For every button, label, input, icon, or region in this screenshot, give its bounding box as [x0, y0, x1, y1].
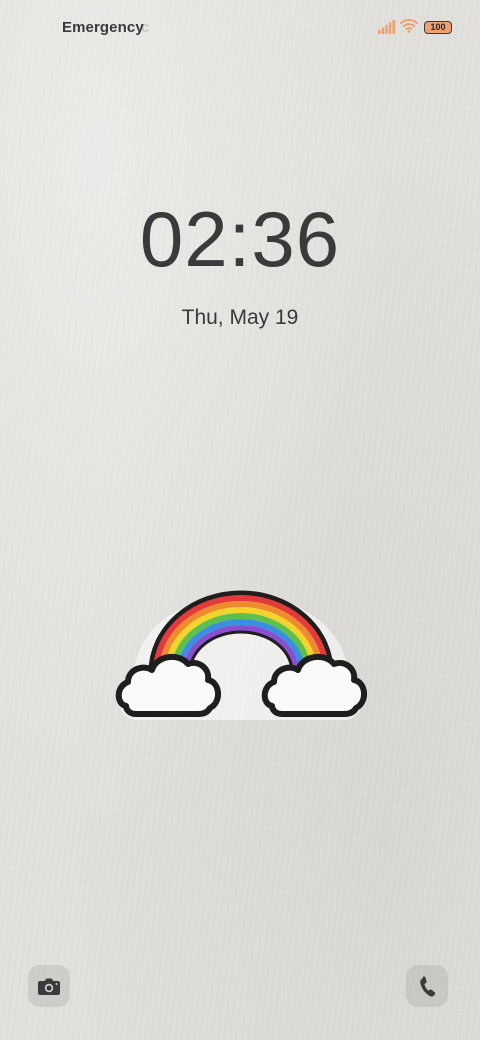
- battery-icon: 100: [424, 21, 452, 34]
- rainbow-wallpaper-art: [115, 590, 367, 720]
- carrier-text-overflow: c: [141, 19, 150, 36]
- camera-icon: [38, 978, 60, 995]
- carrier-text: Emergency: [62, 19, 144, 36]
- camera-shortcut-button[interactable]: [28, 965, 70, 1007]
- lockscreen-date: Thu, May 19: [181, 306, 299, 329]
- phone-shortcut-button[interactable]: [406, 965, 448, 1007]
- lockscreen-clock: 02:36: [139, 195, 341, 283]
- status-bar: Emergency c 100: [0, 0, 480, 56]
- cellular-signal-icon: [378, 20, 395, 34]
- phone-icon: [420, 976, 436, 997]
- wifi-icon: [400, 19, 418, 33]
- battery-level: 100: [430, 22, 446, 32]
